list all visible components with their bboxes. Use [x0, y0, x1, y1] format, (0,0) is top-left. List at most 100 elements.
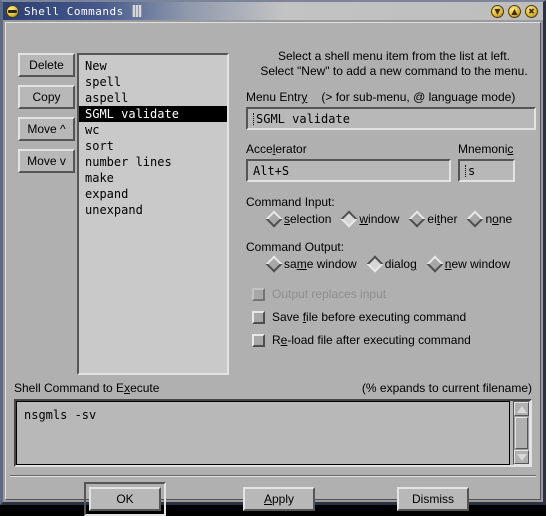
radio-output-dialog[interactable]: dialog: [366, 255, 417, 273]
list-item[interactable]: sort: [79, 138, 227, 154]
list-item-selected[interactable]: SGML validate: [79, 106, 227, 122]
apply-button-label: Apply: [263, 492, 295, 506]
close-icon: ✖: [528, 6, 535, 16]
radio-diamond-icon: [340, 210, 358, 228]
radio-label: window: [359, 212, 400, 226]
list-item[interactable]: expand: [79, 186, 227, 202]
accelerator-value: Alt+S: [253, 163, 290, 178]
separator: [10, 475, 536, 477]
mnemonic-label: Mnemonic: [458, 142, 514, 156]
close-button[interactable]: ✖: [525, 4, 538, 18]
shell-commands-window: Shell Commands ▼ ▲ ✖ Delete Copy Move ^ …: [0, 0, 546, 516]
radio-input-either[interactable]: either: [408, 210, 458, 228]
shell-command-section: Shell Command to Execute (% expands to c…: [14, 381, 532, 467]
maximize-button[interactable]: ▲: [508, 4, 521, 18]
list-item[interactable]: aspell: [79, 90, 227, 106]
list-item[interactable]: unexpand: [79, 202, 227, 218]
radio-diamond-icon: [466, 210, 484, 228]
radio-label: same window: [284, 257, 357, 271]
triangle-down-icon: [516, 453, 527, 461]
text-caret: [465, 164, 467, 177]
copy-button[interactable]: Copy: [18, 85, 75, 109]
command-output-radiogroup: same window dialog new window: [265, 255, 542, 273]
shell-command-value[interactable]: nsgmls -sv: [16, 401, 510, 465]
radio-output-same-window[interactable]: same window: [265, 255, 357, 273]
menu-entry-label: Menu Entry: [246, 90, 308, 104]
delete-button[interactable]: Delete: [18, 53, 75, 77]
list-item[interactable]: spell: [79, 74, 227, 90]
app-icon[interactable]: [6, 4, 19, 18]
move-up-button[interactable]: Move ^: [18, 117, 75, 141]
checkbox-icon: [252, 287, 265, 301]
shell-command-editor[interactable]: nsgmls -sv: [14, 399, 532, 467]
radio-diamond-icon: [265, 210, 283, 228]
radio-input-window[interactable]: window: [340, 210, 400, 228]
menu-entry-value: SGML validate: [256, 111, 350, 126]
checkbox-label: Save file before executing command: [272, 310, 467, 324]
option-checkboxes: Output replaces input Save file before e…: [252, 287, 542, 347]
title-grip: [131, 5, 142, 17]
radio-label: selection: [284, 212, 332, 226]
radio-input-selection[interactable]: selection: [265, 210, 332, 228]
menu-entry-hint: (> for sub-menu, @ language mode): [321, 90, 516, 104]
checkbox-label: Re-load file after executing command: [272, 333, 471, 347]
mnemonic-group: Mnemonic s: [458, 142, 536, 182]
dialog-action-buttons: OK Apply Dismiss: [6, 482, 540, 516]
mnemonic-input[interactable]: s: [458, 159, 515, 182]
radio-diamond-icon: [366, 255, 384, 273]
title-bar[interactable]: Shell Commands ▼ ▲ ✖: [3, 2, 543, 20]
scroll-up-button[interactable]: [514, 402, 529, 416]
list-items: New spell aspell SGML validate wc sort n…: [79, 55, 227, 218]
window-controls: ▼ ▲ ✖: [491, 4, 538, 18]
radio-output-new-window[interactable]: new window: [426, 255, 511, 273]
window-title: Shell Commands: [24, 4, 124, 18]
instructions-line-2: Select "New" to add a new command to the…: [260, 64, 528, 78]
accelerator-input[interactable]: Alt+S: [246, 159, 451, 182]
list-action-buttons: Delete Copy Move ^ Move v: [18, 53, 75, 181]
checkbox-label: Output replaces input: [272, 287, 387, 301]
shell-command-header: Shell Command to Execute (% expands to c…: [14, 381, 532, 395]
dismiss-button[interactable]: Dismiss: [397, 487, 469, 511]
radio-label: either: [427, 212, 458, 226]
chevron-up-icon: ▲: [511, 6, 518, 16]
checkbox-save-file-before[interactable]: Save file before executing command: [252, 310, 542, 324]
move-down-button[interactable]: Move v: [18, 149, 75, 173]
radio-label: dialog: [384, 257, 417, 271]
mnemonic-value: s: [468, 163, 476, 178]
checkbox-output-replaces-input: Output replaces input: [252, 287, 542, 301]
radio-diamond-icon: [265, 255, 283, 273]
shell-command-scrollbar[interactable]: [513, 401, 530, 465]
shell-command-label: Shell Command to Execute: [14, 381, 160, 395]
ok-button[interactable]: OK: [89, 487, 161, 511]
scrollbar-thumb[interactable]: [515, 417, 528, 449]
checkbox-reload-file-after[interactable]: Re-load file after executing command: [252, 333, 542, 347]
triangle-up-icon: [516, 405, 527, 413]
command-input-label: Command Input:: [246, 195, 335, 209]
list-item[interactable]: number lines: [79, 154, 227, 170]
apply-button[interactable]: Apply: [243, 487, 315, 511]
radio-label: none: [485, 212, 513, 226]
radio-diamond-icon: [408, 210, 426, 228]
shell-command-list[interactable]: New spell aspell SGML validate wc sort n…: [77, 53, 229, 375]
instructions-line-1: Select a shell menu item from the list a…: [277, 49, 511, 63]
radio-diamond-icon: [426, 255, 444, 273]
list-item[interactable]: make: [79, 170, 227, 186]
list-item[interactable]: New: [79, 58, 227, 74]
menu-entry-label-row: Menu Entry (> for sub-menu, @ language m…: [246, 90, 542, 104]
scroll-down-button[interactable]: [514, 450, 529, 464]
list-item[interactable]: wc: [79, 122, 227, 138]
command-output-label: Command Output:: [246, 240, 345, 254]
radio-input-none[interactable]: none: [466, 210, 513, 228]
accelerator-group: Accelerator Alt+S: [246, 142, 458, 182]
menu-entry-input[interactable]: SGML validate: [246, 107, 536, 130]
minimize-button[interactable]: ▼: [491, 4, 504, 18]
dialog-client-area: Delete Copy Move ^ Move v New spell aspe…: [5, 22, 542, 516]
accelerator-label: Accelerator: [246, 142, 307, 156]
shell-command-hint: (% expands to current filename): [361, 381, 532, 395]
radio-label: new window: [444, 257, 511, 271]
checkbox-icon: [252, 310, 265, 324]
accelerator-mnemonic-row: Accelerator Alt+S Mnemonic s: [246, 142, 542, 182]
command-properties-panel: Select a shell menu item from the list a…: [246, 49, 542, 356]
chevron-down-icon: ▼: [494, 6, 501, 16]
text-caret: [253, 112, 255, 125]
